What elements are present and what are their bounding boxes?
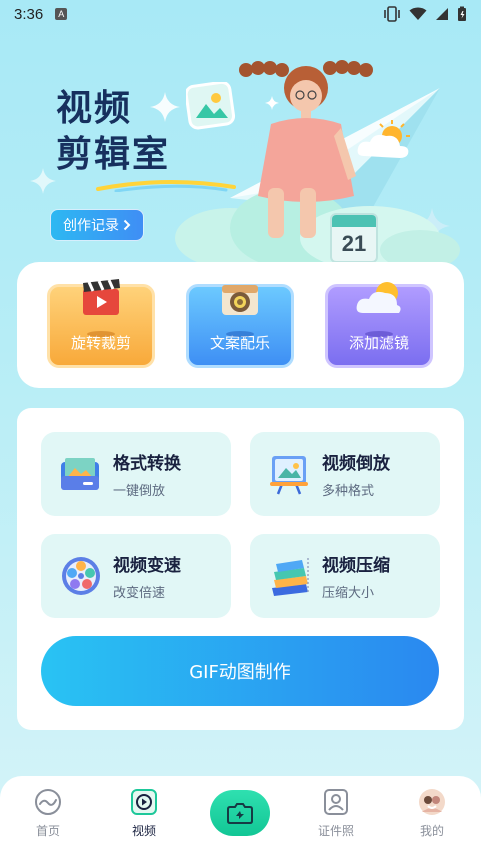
chevron-right-icon bbox=[123, 219, 131, 231]
creation-record-label: 创作记录 bbox=[63, 218, 119, 234]
video-compress-title: 视频压缩 bbox=[322, 556, 390, 576]
video-reverse-title: 视频倒放 bbox=[322, 454, 390, 474]
video-reverse-subtitle: 多种格式 bbox=[322, 484, 375, 499]
camera-capture-button[interactable] bbox=[210, 790, 270, 836]
calendar-day: 21 bbox=[341, 231, 367, 256]
nav-id-label: 证件照 bbox=[317, 824, 354, 838]
video-speed-subtitle: 改变倍速 bbox=[113, 586, 166, 601]
text-music-button[interactable]: 文案配乐 bbox=[186, 284, 294, 368]
signal-icon bbox=[436, 8, 448, 20]
battery-icon bbox=[458, 6, 466, 21]
status-icons bbox=[383, 6, 467, 22]
nav-item-video[interactable]: 视频 bbox=[114, 788, 174, 839]
avatar bbox=[419, 789, 445, 815]
weather-cloud-sun-icon bbox=[356, 282, 401, 313]
hero-banner: 视频 剪辑室 创作记录 21 bbox=[0, 28, 481, 268]
format-convert-subtitle: 一键倒放 bbox=[113, 484, 166, 499]
nav-home-label: 首页 bbox=[35, 824, 60, 838]
folder-image-icon bbox=[61, 458, 99, 490]
video-compress-button[interactable]: 视频压缩 压缩大小 bbox=[250, 534, 440, 618]
nav-item-id-photo[interactable]: 证件照 bbox=[306, 788, 366, 839]
id-card-person-icon bbox=[324, 789, 348, 815]
stacked-layers-icon bbox=[272, 558, 309, 596]
bottom-navigation: 首页 视频 证件照 我的 bbox=[0, 776, 481, 856]
hero-title-line1: 视频 bbox=[56, 88, 133, 129]
film-reel-icon bbox=[62, 557, 100, 595]
hero-title: 视频 剪辑室 bbox=[56, 86, 170, 178]
format-convert-button[interactable]: 格式转换 一键倒放 bbox=[41, 432, 231, 516]
features-card: 格式转换 一键倒放 视频倒放 多种格式 视频变速 改变倍速 视频压缩 压缩大小 … bbox=[17, 408, 464, 730]
hero-title-line2: 剪辑室 bbox=[56, 134, 171, 175]
video-speed-title: 视频变速 bbox=[113, 556, 181, 576]
camera-icon bbox=[227, 803, 253, 824]
nav-item-me[interactable]: 我的 bbox=[402, 788, 462, 839]
presentation-screen-icon bbox=[270, 456, 308, 495]
clapperboard-icon bbox=[83, 279, 120, 315]
status-bar: 3:36 A bbox=[0, 0, 481, 28]
status-time: 3:36 bbox=[14, 5, 44, 23]
sparkle-icon bbox=[30, 168, 56, 194]
notification-a-icon: A bbox=[55, 8, 68, 20]
calendar-icon: 21 bbox=[330, 213, 378, 263]
vibrate-icon bbox=[384, 6, 400, 22]
nav-item-home[interactable]: 首页 bbox=[18, 788, 78, 839]
gif-maker-button[interactable]: GIF动图制作 bbox=[41, 636, 439, 706]
quick-tools-card: 旋转裁剪 文案配乐 添加滤镜 bbox=[17, 262, 464, 388]
format-convert-title: 格式转换 bbox=[113, 454, 181, 474]
video-speed-button[interactable]: 视频变速 改变倍速 bbox=[41, 534, 231, 618]
wifi-icon bbox=[409, 7, 427, 20]
camera-icon bbox=[222, 285, 258, 315]
rotate-crop-button[interactable]: 旋转裁剪 bbox=[47, 279, 155, 368]
video-compress-subtitle: 压缩大小 bbox=[322, 586, 375, 601]
video-play-icon bbox=[131, 789, 157, 815]
video-reverse-button[interactable]: 视频倒放 多种格式 bbox=[250, 432, 440, 516]
nav-me-label: 我的 bbox=[419, 824, 444, 838]
creation-record-button[interactable]: 创作记录 bbox=[50, 209, 144, 241]
nav-video-label: 视频 bbox=[131, 824, 156, 838]
home-swirl-icon bbox=[35, 789, 61, 815]
add-filter-button[interactable]: 添加滤镜 bbox=[325, 282, 433, 368]
